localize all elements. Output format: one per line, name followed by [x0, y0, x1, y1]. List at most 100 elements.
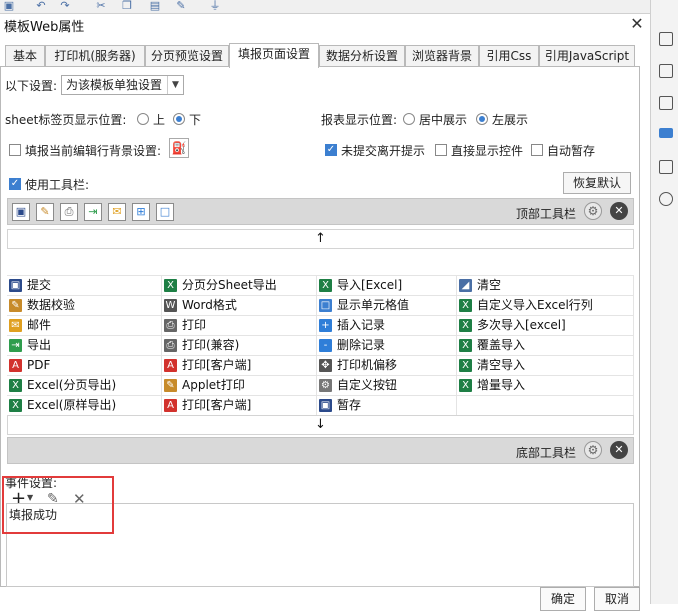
toolbar-button[interactable]: ✉ 邮件	[7, 316, 162, 336]
close-icon[interactable]: ✕	[628, 14, 646, 34]
toolbar-button[interactable]: X 导入[Excel]	[317, 276, 457, 296]
toolbar-button-label: 提交	[27, 278, 52, 292]
redo-icon[interactable]: ↷	[58, 0, 72, 12]
paste-icon[interactable]: ▤	[148, 0, 162, 12]
toolbar-button[interactable]: ◢ 清空	[457, 276, 634, 296]
move-up-arrow[interactable]: ↑	[7, 229, 634, 249]
mail-icon[interactable]: ✉	[108, 203, 126, 221]
insert-row-icon[interactable]: ⊞	[132, 203, 150, 221]
app-toolbar: ▣ ↶ ↷ ✂ ❐ ▤ ✎ ⏚	[0, 0, 650, 14]
word-icon: W	[164, 299, 177, 312]
toolbar-button[interactable]: ✎ Applet打印	[162, 376, 317, 396]
tab-browser-background[interactable]: 浏览器背景	[405, 45, 479, 67]
close-circle-icon[interactable]: ✕	[610, 441, 628, 459]
paint-bucket-icon[interactable]: ⛽	[169, 138, 189, 158]
excel-icon: X	[9, 379, 22, 392]
toolbar-button[interactable]: ✎ 数据校验	[7, 296, 162, 316]
move-down-arrow[interactable]: ↓	[7, 415, 634, 435]
report-position-left-radio[interactable]	[476, 113, 488, 125]
gear-icon[interactable]: ⚙	[584, 202, 602, 220]
toolbar-button[interactable]: X Excel(分页导出)	[7, 376, 162, 396]
layout-icon[interactable]	[659, 32, 673, 46]
cut-icon[interactable]: ✂	[94, 0, 108, 12]
cell-style-icon[interactable]	[659, 160, 673, 174]
toolbar-button[interactable]: ▣ 提交	[7, 276, 162, 296]
tab-printer-server[interactable]: 打印机(服务器)	[45, 45, 145, 67]
use-toolbar-checkbox[interactable]: ✓	[9, 178, 21, 190]
toolbar-button[interactable]: X 清空导入	[457, 356, 634, 376]
save-icon: ▣	[9, 279, 22, 292]
toolbar-button[interactable]: X 分页分Sheet导出	[162, 276, 317, 296]
format-brush-icon[interactable]: ✎	[174, 0, 188, 12]
toolbar-button[interactable]: ⎙ 打印	[162, 316, 317, 336]
toolbar-button[interactable]: □ 显示单元格值	[317, 296, 457, 316]
toolbar-button[interactable]: ⚙ 自定义按钮	[317, 376, 457, 396]
toolbar-button[interactable]: X 自定义导入Excel行列	[457, 296, 634, 316]
unsubmit-prompt-label: 未提交离开提示	[341, 144, 426, 158]
tab-ref-javascript[interactable]: 引用JavaScript	[539, 45, 635, 67]
eraser-icon: ◢	[459, 279, 472, 292]
undo-icon[interactable]: ↶	[34, 0, 48, 12]
plug-icon[interactable]: ⏚	[208, 0, 222, 12]
toolbar-button[interactable]: X 增量导入	[457, 376, 634, 396]
save-icon[interactable]: ▣	[12, 203, 30, 221]
gear-icon[interactable]: ⚙	[584, 441, 602, 459]
dropdown-icon[interactable]	[659, 128, 673, 138]
cell-icon[interactable]: □	[156, 203, 174, 221]
toolbar-button[interactable]: ⎙ 打印(兼容)	[162, 336, 317, 356]
sheet-position-bottom-radio[interactable]	[173, 113, 185, 125]
save-icon[interactable]: ▣	[2, 0, 16, 12]
mode-select-value: 为该模板单独设置	[66, 78, 163, 92]
pdf-icon: A	[9, 359, 22, 372]
cancel-button[interactable]: 取消	[594, 587, 640, 611]
pencil-icon: ✎	[164, 379, 177, 392]
mode-select[interactable]: 为该模板单独设置 ▼	[61, 75, 184, 95]
cell-icon: □	[319, 299, 332, 312]
toolbar-button[interactable]: ▣ 暂存	[317, 396, 457, 416]
close-circle-icon[interactable]: ✕	[610, 202, 628, 220]
toolbar-button[interactable]: X 多次导入[excel]	[457, 316, 634, 336]
reset-default-button[interactable]: 恢复默认	[563, 172, 631, 194]
row-bg-checkbox[interactable]	[9, 144, 21, 156]
toolbar-button[interactable]: A 打印[客户端]	[162, 356, 317, 376]
pdf-icon: A	[164, 399, 177, 412]
toolbar-button[interactable]: ⇥ 导出	[7, 336, 162, 356]
print-icon[interactable]: ⎙	[60, 203, 78, 221]
tab-basic[interactable]: 基本	[5, 45, 45, 67]
autosave-checkbox[interactable]	[531, 144, 543, 156]
print-icon: ⎙	[164, 319, 177, 332]
toolbar-button[interactable]: + 插入记录	[317, 316, 457, 336]
widget-icon[interactable]	[659, 96, 673, 110]
toolbar-button[interactable]: X 覆盖导入	[457, 336, 634, 356]
pencil-icon[interactable]: ✎	[36, 203, 54, 221]
toolbar-button[interactable]: - 删除记录	[317, 336, 457, 356]
toolbar-button[interactable]: ✥ 打印机偏移	[317, 356, 457, 376]
report-position-center-radio[interactable]	[403, 113, 415, 125]
save-icon: ▣	[319, 399, 332, 412]
toolbar-button-label: Excel(分页导出)	[27, 378, 117, 392]
tab-pagination-preview[interactable]: 分页预览设置	[145, 45, 229, 67]
link-icon[interactable]	[659, 192, 673, 206]
tab-fill-page-settings[interactable]: 填报页面设置	[229, 43, 319, 68]
sheet-position-top-radio[interactable]	[137, 113, 149, 125]
toolbar-button[interactable]: A 打印[客户端]	[162, 396, 317, 416]
chevron-down-icon: ▼	[167, 76, 183, 94]
toolbar-button-label: 多次导入[excel]	[477, 318, 566, 332]
tab-data-analysis[interactable]: 数据分析设置	[319, 45, 405, 67]
right-sidebar	[650, 0, 678, 604]
copy-icon[interactable]: ❐	[120, 0, 134, 12]
export-icon[interactable]: ⇥	[84, 203, 102, 221]
properties-icon[interactable]	[659, 64, 673, 78]
toolbar-button[interactable]: W Word格式	[162, 296, 317, 316]
unsubmit-prompt-checkbox[interactable]: ✓	[325, 144, 337, 156]
tab-ref-css[interactable]: 引用Css	[479, 45, 539, 67]
report-position-left-label: 左展示	[492, 113, 529, 127]
toolbar-button-label: 清空导入	[477, 358, 526, 372]
toolbar-button[interactable]: X Excel(原样导出)	[7, 396, 162, 416]
delete-row-icon: -	[319, 339, 332, 352]
sheet-position-top-label: 上	[153, 113, 166, 127]
toolbar-button[interactable]: A PDF	[7, 356, 162, 376]
ok-button[interactable]: 确定	[540, 587, 586, 611]
toolbar-button-label: 导入[Excel]	[337, 278, 403, 292]
direct-control-checkbox[interactable]	[435, 144, 447, 156]
